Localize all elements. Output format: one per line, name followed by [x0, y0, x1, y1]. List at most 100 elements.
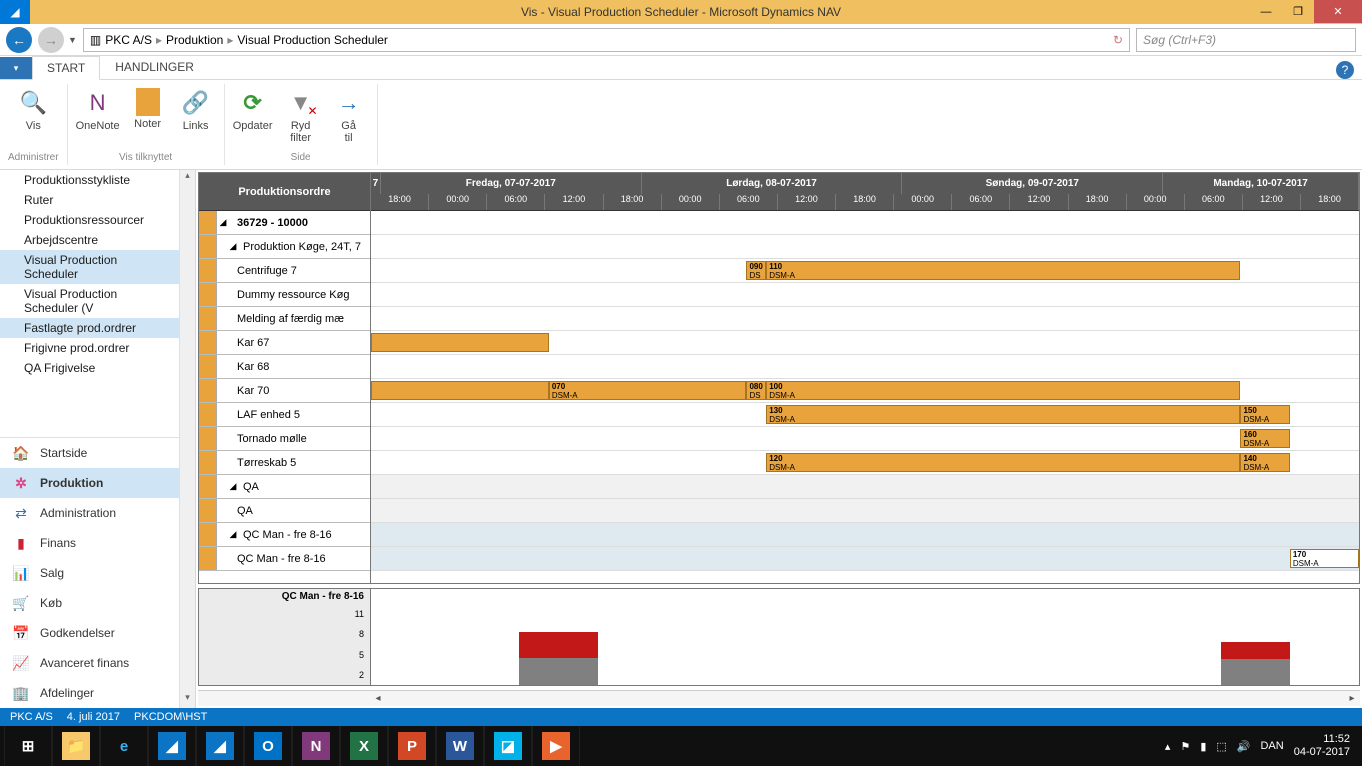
nav-admin[interactable]: ⇄Administration — [0, 498, 195, 528]
breadcrumb-part2[interactable]: Produktion — [166, 33, 223, 47]
tab-actions[interactable]: HANDLINGER — [100, 55, 209, 79]
gantt-row[interactable] — [371, 235, 1359, 259]
close-button[interactable]: ✕ — [1314, 0, 1362, 23]
list-item[interactable]: Visual Production Scheduler (V — [0, 284, 179, 318]
table-row[interactable]: ◢QA — [199, 475, 370, 499]
gantt-row[interactable]: 170DSM-A — [371, 547, 1359, 571]
app2-button[interactable]: ▶ — [532, 726, 580, 766]
gantt-bar[interactable]: 150DSM-A — [1240, 405, 1289, 424]
gantt-bar[interactable] — [371, 333, 549, 352]
table-row[interactable]: Kar 67 — [199, 331, 370, 355]
onenote-button[interactable]: N OneNote — [76, 86, 120, 151]
table-row[interactable]: QC Man - fre 8-16 — [199, 547, 370, 571]
gantt-row[interactable] — [371, 499, 1359, 523]
gantt-bar[interactable]: 170DSM-A — [1290, 549, 1359, 568]
list-item[interactable]: QA Frigivelse — [0, 358, 179, 378]
table-row[interactable]: Tørreskab 5 — [199, 451, 370, 475]
flag-icon[interactable]: ⚑ — [1180, 740, 1190, 753]
list-item[interactable]: Arbejdscentre — [0, 230, 179, 250]
help-icon[interactable]: ? — [1336, 61, 1354, 79]
list-item[interactable]: Produktionsressourcer — [0, 210, 179, 230]
table-row[interactable]: ◢QC Man - fre 8-16 — [199, 523, 370, 547]
power-icon[interactable]: ▮ — [1200, 740, 1206, 753]
list-item-selected[interactable]: Visual Production Scheduler — [0, 250, 179, 284]
minimize-button[interactable]: — — [1250, 0, 1282, 23]
gantt-row[interactable] — [371, 331, 1359, 355]
volume-icon[interactable]: 🔊 — [1237, 740, 1251, 753]
gantt-row[interactable]: 090DS 110DSM-A — [371, 259, 1359, 283]
gantt-row[interactable] — [371, 211, 1359, 235]
nav-sales[interactable]: 📊Salg — [0, 558, 195, 588]
scroll-right-icon[interactable]: ▸ — [1344, 693, 1360, 704]
nav-production[interactable]: ✲Produktion — [0, 468, 195, 498]
load-chart-body[interactable] — [371, 589, 1359, 685]
scroll-up-icon[interactable]: ▴ — [180, 170, 195, 186]
excel-button[interactable]: X — [340, 726, 388, 766]
gantt-row[interactable]: 160DSM-A — [371, 427, 1359, 451]
gantt-timeline[interactable]: 7 Fredag, 07-07-2017 Lørdag, 08-07-2017 … — [371, 173, 1359, 583]
gantt-bar[interactable]: 130DSM-A — [766, 405, 1240, 424]
list-item[interactable]: Ruter — [0, 190, 179, 210]
gantt-bar[interactable]: 110DSM-A — [766, 261, 1240, 280]
refresh-icon[interactable]: ↻ — [1113, 33, 1123, 47]
outlook-button[interactable]: O — [244, 726, 292, 766]
table-row[interactable]: LAF enhed 5 — [199, 403, 370, 427]
forward-button[interactable]: → — [38, 27, 64, 53]
table-row[interactable]: Centrifuge 7 — [199, 259, 370, 283]
table-row[interactable]: Tornado mølle — [199, 427, 370, 451]
maximize-button[interactable]: ❐ — [1282, 0, 1314, 23]
gantt-bar[interactable] — [371, 381, 549, 400]
nav-approvals[interactable]: 📅Godkendelser — [0, 618, 195, 648]
search-input[interactable]: Søg (Ctrl+F3) — [1136, 28, 1356, 52]
nav-finance[interactable]: ▮Finans — [0, 528, 195, 558]
table-row[interactable]: ◢36729 - 10000 — [199, 211, 370, 235]
gantt-row[interactable] — [371, 523, 1359, 547]
app-button[interactable]: ◪ — [484, 726, 532, 766]
breadcrumb-root[interactable]: PKC A/S — [105, 33, 152, 47]
nav-adv-finance[interactable]: 📈Avanceret finans — [0, 648, 195, 678]
scroll-left-icon[interactable]: ◂ — [370, 693, 386, 704]
gantt-bar[interactable]: 100DSM-A — [766, 381, 1240, 400]
gantt-bar[interactable]: 160DSM-A — [1240, 429, 1289, 448]
update-button[interactable]: ⟳ Opdater — [233, 86, 273, 151]
nav-app-button[interactable]: ◢ — [148, 726, 196, 766]
breadcrumb-part3[interactable]: Visual Production Scheduler — [237, 33, 388, 47]
nav-purchase[interactable]: 🛒Køb — [0, 588, 195, 618]
notes-button[interactable]: Noter — [128, 86, 168, 151]
ie-button[interactable]: e — [100, 726, 148, 766]
left-scrollbar[interactable]: ▴ ▾ — [179, 170, 195, 708]
gantt-bar[interactable]: 120DSM-A — [766, 453, 1240, 472]
table-row[interactable]: ◢Produktion Køge, 24T, 7 — [199, 235, 370, 259]
clear-filter-button[interactable]: ▼ Ryd filter — [281, 86, 321, 151]
start-button[interactable]: ⊞ — [4, 726, 52, 766]
word-button[interactable]: W — [436, 726, 484, 766]
nav-departments[interactable]: 🏢Afdelinger — [0, 678, 195, 708]
explorer-button[interactable]: 📁 — [52, 726, 100, 766]
table-row[interactable]: Dummy ressource Køg — [199, 283, 370, 307]
table-row[interactable]: Kar 70 — [199, 379, 370, 403]
scroll-down-icon[interactable]: ▾ — [180, 692, 195, 708]
table-row[interactable]: QA — [199, 499, 370, 523]
onenote-tb-button[interactable]: N — [292, 726, 340, 766]
list-item[interactable]: Frigivne prod.ordrer — [0, 338, 179, 358]
lang-indicator[interactable]: DAN — [1260, 740, 1283, 752]
tray-up-icon[interactable]: ▴ — [1165, 740, 1171, 753]
table-row[interactable]: Melding af færdig mæ — [199, 307, 370, 331]
gantt-bar[interactable]: 140DSM-A — [1240, 453, 1289, 472]
horizontal-scrollbar[interactable]: ◂ ▸ — [198, 690, 1360, 706]
table-row[interactable]: Kar 68 — [199, 355, 370, 379]
history-dropdown-icon[interactable]: ▼ — [68, 35, 77, 45]
show-button[interactable]: 🔍 Vis — [13, 86, 53, 151]
gantt-row[interactable] — [371, 475, 1359, 499]
network-icon[interactable]: ⬚ — [1216, 740, 1226, 753]
gantt-row[interactable]: 070DSM-A 080DS 100DSM-A — [371, 379, 1359, 403]
links-button[interactable]: 🔗 Links — [176, 86, 216, 151]
gantt-bar[interactable]: 090DS — [746, 261, 766, 280]
gantt-row[interactable] — [371, 283, 1359, 307]
powerpoint-button[interactable]: P — [388, 726, 436, 766]
nav-app2-button[interactable]: ◢ — [196, 726, 244, 766]
file-menu[interactable]: ▾ — [0, 57, 32, 79]
gantt-bar[interactable]: 080DS — [746, 381, 766, 400]
gantt-row[interactable]: 130DSM-A 150DSM-A — [371, 403, 1359, 427]
goto-button[interactable]: → Gå til — [329, 86, 369, 151]
